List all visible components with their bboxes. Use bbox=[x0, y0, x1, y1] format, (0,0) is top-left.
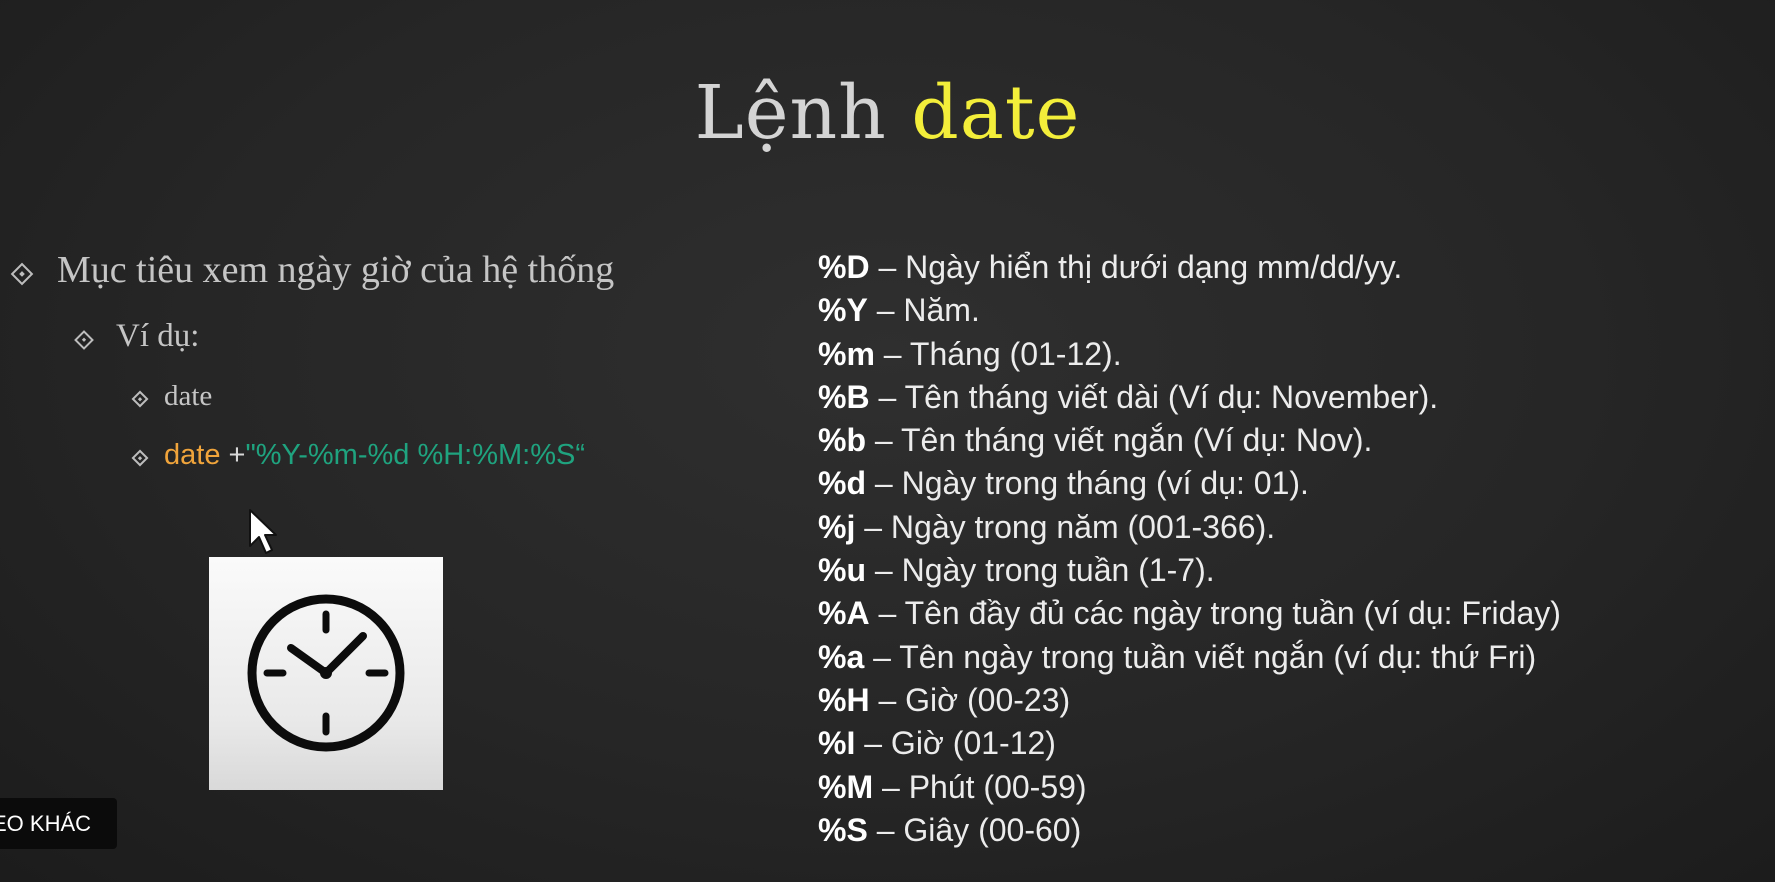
specifier-code: %u bbox=[818, 552, 866, 589]
specifier-description: – Tên ngày trong tuần viết ngắn (ví dụ: … bbox=[864, 638, 1537, 675]
specifier-description: – Ngày trong tháng (ví dụ: 01). bbox=[866, 465, 1309, 502]
specifier-code: %A bbox=[818, 595, 870, 632]
title-main: Lệnh bbox=[694, 70, 887, 156]
format-specifier-row: %m – Tháng (01-12). bbox=[818, 333, 1758, 376]
specifier-code: %Y bbox=[818, 292, 868, 329]
specifier-description: – Tên tháng viết ngắn (Ví dụ: Nov). bbox=[866, 422, 1373, 459]
specifier-description: – Năm. bbox=[867, 292, 980, 329]
format-specifier-row: %A – Tên đầy đủ các ngày trong tuần (ví … bbox=[818, 592, 1758, 635]
mouse-pointer-icon bbox=[249, 509, 277, 554]
specifier-description: – Ngày trong tuần (1-7). bbox=[866, 552, 1215, 589]
clock-image bbox=[209, 557, 443, 790]
format-specifier-row: %d – Ngày trong tháng (ví dụ: 01). bbox=[818, 462, 1758, 505]
specifier-code: %B bbox=[818, 378, 870, 415]
format-specifier-row: %D – Ngày hiển thị dưới dạng mm/dd/yy. bbox=[818, 246, 1758, 289]
bullet-diamond-icon bbox=[74, 330, 94, 350]
format-specifier-row: %B – Tên tháng viết dài (Ví dụ: November… bbox=[818, 376, 1758, 419]
specifier-code: %b bbox=[818, 422, 866, 459]
title-highlight: date bbox=[911, 70, 1081, 156]
specifier-code: %a bbox=[818, 638, 865, 675]
bullet-example-date-format: date +"%Y-%m-%d %H:%M:%S“ bbox=[164, 439, 585, 472]
bullet-example-heading: Ví dụ: bbox=[116, 318, 200, 354]
specifier-description: – Tháng (01-12). bbox=[874, 335, 1122, 372]
specifier-description: – Phút (00-59) bbox=[873, 768, 1087, 805]
specifier-description: – Ngày hiển thị dưới dạng mm/dd/yy. bbox=[869, 249, 1403, 285]
command-plus: + bbox=[228, 439, 246, 471]
specifier-code: %I bbox=[818, 725, 856, 762]
bullet-diamond-icon bbox=[131, 390, 149, 408]
specifier-description: – Giờ (01-12) bbox=[855, 725, 1056, 762]
specifier-code: %S bbox=[818, 811, 868, 848]
format-specifier-row: %Y – Năm. bbox=[818, 289, 1758, 332]
specifier-code: %d bbox=[818, 465, 866, 502]
bullet-diamond-icon bbox=[10, 262, 34, 286]
specifier-description: – Tên đầy đủ các ngày trong tuần (ví dụ:… bbox=[869, 595, 1561, 632]
specifier-code: %j bbox=[818, 508, 856, 545]
specifier-description: – Tên tháng viết dài (Ví dụ: November). bbox=[869, 378, 1439, 415]
command-name: date bbox=[164, 439, 221, 471]
format-specifier-row: %M – Phút (00-59) bbox=[818, 766, 1758, 809]
presentation-slide: Lệnh date Mục tiêu xem ngày giờ của hệ t… bbox=[0, 0, 1775, 882]
bullet-goal: Mục tiêu xem ngày giờ của hệ thống bbox=[57, 249, 615, 291]
format-specifier-row: %b – Tên tháng viết ngắn (Ví dụ: Nov). bbox=[818, 419, 1758, 462]
command-format-string: "%Y-%m-%d %H:%M:%S“ bbox=[245, 439, 586, 471]
more-videos-button[interactable]: EO KHÁC bbox=[0, 798, 117, 849]
specifier-description: – Giây (00-60) bbox=[867, 811, 1082, 848]
bullet-example-date: date bbox=[164, 380, 213, 412]
format-specifier-row: %H – Giờ (00-23) bbox=[818, 679, 1758, 722]
specifier-code: %H bbox=[818, 681, 870, 718]
specifier-code: %D bbox=[818, 249, 870, 285]
specifier-description: – Giờ (00-23) bbox=[869, 681, 1071, 718]
specifier-code: %m bbox=[818, 335, 875, 372]
format-specifier-row: %a – Tên ngày trong tuần viết ngắn (ví d… bbox=[818, 636, 1758, 679]
specifier-code: %M bbox=[818, 768, 874, 805]
format-specifier-row: %I – Giờ (01-12) bbox=[818, 722, 1758, 765]
bullet-diamond-icon bbox=[131, 449, 149, 467]
slide-title: Lệnh date bbox=[0, 68, 1775, 158]
format-specifier-row: %j – Ngày trong năm (001-366). bbox=[818, 506, 1758, 549]
clock-icon bbox=[247, 594, 405, 752]
format-specifier-row: %S – Giây (00-60) bbox=[818, 809, 1758, 852]
specifier-description: – Ngày trong năm (001-366). bbox=[855, 508, 1276, 545]
format-specifier-list: %D – Ngày hiển thị dưới dạng mm/dd/yy. %Y… bbox=[818, 246, 1758, 852]
format-specifier-row: %u – Ngày trong tuần (1-7). bbox=[818, 549, 1758, 592]
